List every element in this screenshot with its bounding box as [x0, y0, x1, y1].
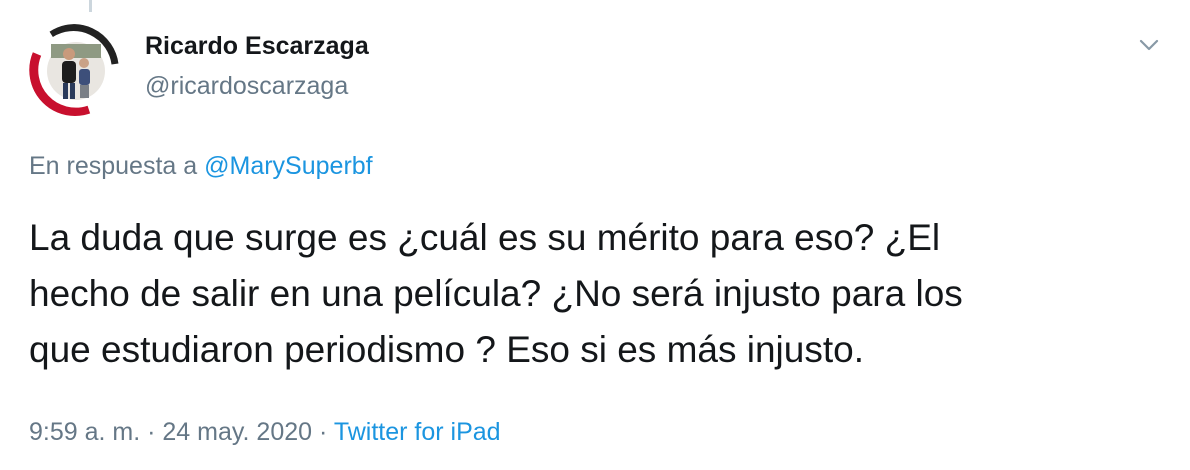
- reply-mention-link[interactable]: @MarySuperbf: [204, 152, 373, 180]
- separator-dot: ·: [319, 418, 328, 446]
- author-handle[interactable]: @ricardoscarzaga: [145, 72, 348, 101]
- avatar-image: [29, 24, 121, 116]
- tweet-text: La duda que surge es ¿cuál es su mérito …: [29, 217, 963, 370]
- separator-dot: ·: [147, 418, 156, 446]
- avatar[interactable]: [29, 24, 121, 116]
- tweet-date[interactable]: 24 may. 2020: [162, 418, 312, 446]
- tweet-source-link[interactable]: Twitter for iPad: [334, 418, 501, 446]
- reply-context: En respuesta a @MarySuperbf: [29, 152, 373, 181]
- reply-prefix: En respuesta a: [29, 152, 198, 180]
- author-display-name[interactable]: Ricardo Escarzaga: [145, 32, 369, 61]
- thread-connector-line: [89, 0, 92, 12]
- chevron-down-icon[interactable]: [1134, 30, 1164, 60]
- tweet-metadata: 9:59 a. m. · 24 may. 2020 · Twitter for …: [29, 418, 501, 447]
- tweet-time[interactable]: 9:59 a. m.: [29, 418, 140, 446]
